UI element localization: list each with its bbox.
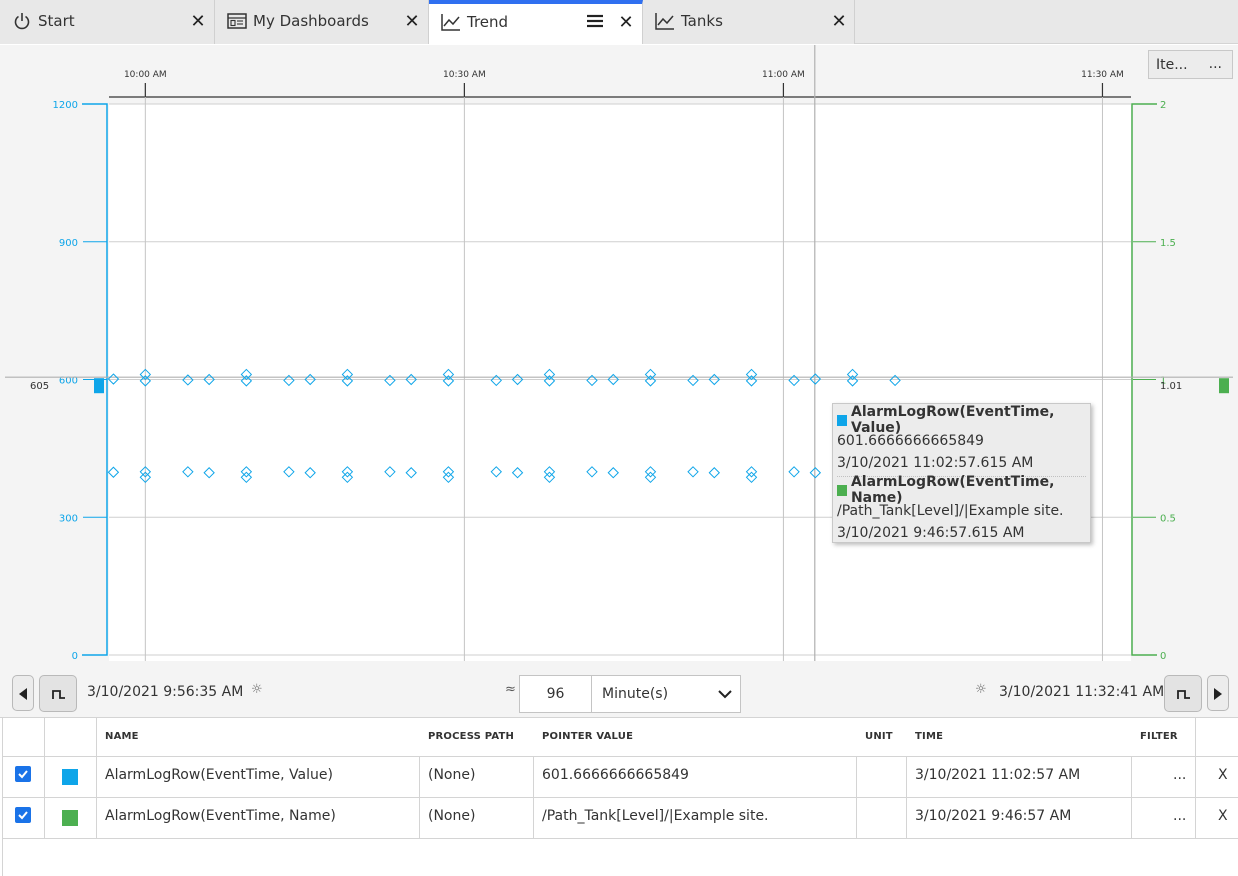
column-header-filter[interactable]: FILTER: [1140, 718, 1178, 756]
row-filter-button[interactable]: ...: [1173, 757, 1186, 797]
time-range-bar: 3/10/2021 9:56:35 AM ☼ ≈ 96 Minute(s) ☼ …: [0, 665, 1238, 718]
trend-icon: [655, 13, 674, 30]
right-axis-marker: [1219, 378, 1229, 394]
tab-tanks-label: Tanks: [681, 12, 723, 30]
close-icon[interactable]: ✕: [188, 11, 208, 32]
row-time: 3/10/2021 11:02:57 AM: [915, 767, 1081, 783]
row-filter-button[interactable]: ...: [1173, 798, 1186, 838]
right-axis-tick-label: 1.5: [1160, 238, 1176, 249]
time-axis-tick-label: 11:30 AM: [1081, 70, 1124, 80]
right-cursor-value-label: 1.01: [1160, 381, 1182, 392]
row-pointer-value: 601.6666666665849: [542, 767, 689, 783]
time-unit-value: Minute(s): [602, 686, 669, 702]
left-axis-tick-label: 0: [72, 651, 78, 662]
sun-icon[interactable]: ☼: [251, 682, 263, 697]
tab-start-label: Start: [38, 12, 75, 30]
chevron-down-icon: [718, 690, 732, 699]
tooltip-series2-name-row: AlarmLogRow(EventTime, Name): [837, 474, 1086, 506]
column-header-time[interactable]: TIME: [915, 718, 943, 756]
end-time-text[interactable]: 3/10/2021 11:32:41 AM: [999, 684, 1164, 700]
scroll-right-button[interactable]: [1207, 675, 1229, 711]
start-time-text[interactable]: 3/10/2021 9:56:35 AM: [87, 684, 243, 700]
row-name: AlarmLogRow(EventTime, Value): [105, 767, 333, 783]
end-time-mode-button[interactable]: [1164, 675, 1202, 712]
tab-tanks[interactable]: Tanks ✕: [643, 0, 855, 44]
step-icon: [52, 690, 65, 699]
tab-my-dashboards-label: My Dashboards: [253, 12, 369, 30]
table-bottom-border: [3, 838, 1238, 839]
row-process-path: (None): [428, 767, 476, 783]
table-row[interactable]: AlarmLogRow(EventTime, Value) (None) 601…: [3, 756, 1238, 797]
time-span-input[interactable]: 96: [519, 675, 592, 713]
trend-items-table: NAME PROCESS PATH POINTER VALUE UNIT TIM…: [2, 718, 1238, 876]
right-axis-tick-label: 2: [1160, 100, 1166, 111]
items-button[interactable]: Ite... ...: [1148, 50, 1233, 79]
row-name: AlarmLogRow(EventTime, Name): [105, 808, 336, 824]
tooltip-series2-time: 3/10/2021 9:46:57.615 AM: [837, 525, 1025, 541]
left-axis-tick-label: 300: [59, 513, 78, 524]
series-color-swatch[interactable]: [62, 810, 78, 826]
cursor-tooltip: AlarmLogRow(EventTime, Value) 601.666666…: [832, 403, 1091, 543]
row-visible-checkbox[interactable]: [15, 766, 31, 782]
series-color-swatch[interactable]: [62, 769, 78, 785]
left-axis-tick-label: 900: [59, 238, 78, 249]
left-axis-marker: [94, 378, 104, 394]
right-axis-tick-label: 0: [1160, 651, 1166, 662]
tab-start[interactable]: Start ✕: [0, 0, 215, 44]
approx-symbol: ≈: [505, 682, 516, 697]
column-header-name[interactable]: NAME: [105, 718, 139, 756]
time-axis-tick-label: 11:00 AM: [762, 70, 805, 80]
right-axis-tick-label: 0.5: [1160, 513, 1176, 524]
close-icon[interactable]: ✕: [829, 11, 849, 32]
row-time: 3/10/2021 9:46:57 AM: [915, 808, 1072, 824]
tab-my-dashboards[interactable]: My Dashboards ✕: [215, 0, 429, 44]
check-icon: [18, 811, 28, 820]
close-icon[interactable]: ✕: [402, 11, 422, 32]
row-remove-button[interactable]: X: [1218, 798, 1228, 838]
start-time-mode-button[interactable]: [39, 675, 77, 712]
power-icon: [14, 13, 30, 30]
tooltip-series1-time: 3/10/2021 11:02:57.615 AM: [837, 455, 1034, 471]
chevron-right-icon: [1214, 688, 1222, 700]
tab-bar: Start ✕ My Dashboards ✕ Trend ✕ Tanks ✕: [0, 0, 1238, 44]
time-axis-tick-label: 10:00 AM: [124, 70, 167, 80]
trend-icon: [441, 14, 460, 31]
sun-icon[interactable]: ☼: [975, 682, 987, 697]
check-icon: [18, 770, 28, 779]
items-more-icon: ...: [1208, 56, 1222, 72]
plot-area: [109, 104, 1131, 661]
time-axis-tick-label: 10:30 AM: [443, 70, 486, 80]
row-remove-button[interactable]: X: [1218, 757, 1228, 797]
row-visible-checkbox[interactable]: [15, 807, 31, 823]
row-process-path: (None): [428, 808, 476, 824]
step-icon: [1177, 690, 1190, 699]
series-value-swatch: [837, 414, 847, 426]
tooltip-series1-name-row: AlarmLogRow(EventTime, Value): [837, 404, 1086, 436]
series-name-swatch: [837, 484, 847, 496]
hamburger-menu-icon[interactable]: [586, 12, 604, 30]
tab-trend[interactable]: Trend ✕: [429, 0, 643, 44]
column-header-pointer-value[interactable]: POINTER VALUE: [542, 718, 633, 756]
scroll-left-button[interactable]: [12, 675, 34, 711]
left-axis-tick-label: 1200: [53, 100, 78, 111]
column-header-unit[interactable]: UNIT: [865, 718, 893, 756]
time-unit-select[interactable]: Minute(s): [591, 675, 741, 713]
column-header-process-path[interactable]: PROCESS PATH: [428, 718, 514, 756]
close-icon[interactable]: ✕: [616, 12, 636, 33]
items-button-label: Ite...: [1156, 56, 1188, 73]
left-cursor-value-label: 605: [30, 381, 49, 392]
trend-chart[interactable]: 1200900600300021.510.5010:00 AM 10:30 AM 1…: [0, 45, 1238, 665]
tab-trend-label: Trend: [467, 13, 509, 31]
row-pointer-value: /Path_Tank[Level]/|Example site.: [542, 808, 769, 824]
tooltip-series2-value: /Path_Tank[Level]/|Example site.: [837, 503, 1064, 519]
dashboard-icon: [227, 13, 247, 29]
chevron-left-icon: [19, 688, 27, 700]
table-row[interactable]: AlarmLogRow(EventTime, Name) (None) /Pat…: [3, 797, 1238, 838]
